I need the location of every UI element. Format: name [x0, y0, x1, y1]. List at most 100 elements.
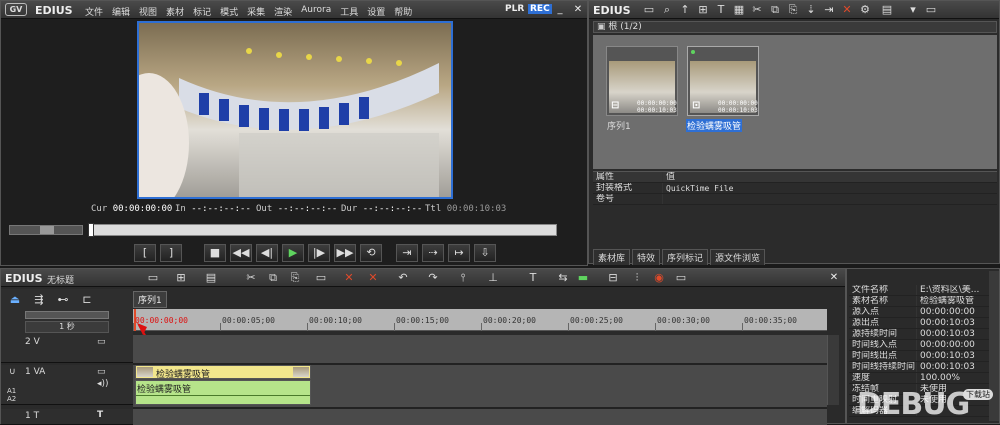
set-out-icon[interactable]: ]: [160, 244, 182, 262]
insert-icon[interactable]: ⇥: [396, 244, 418, 262]
snap-icon[interactable]: ⊏: [79, 293, 95, 307]
bin-tab[interactable]: 序列标记: [662, 249, 709, 265]
stop-icon[interactable]: ■: [204, 244, 226, 262]
paste-icon[interactable]: ⎘: [287, 271, 303, 285]
zoom-slider[interactable]: [25, 311, 109, 319]
marker-icon[interactable]: ⊥: [485, 271, 501, 285]
search-icon[interactable]: ⌕: [659, 3, 675, 17]
prev-frame-icon[interactable]: ◀|: [256, 244, 278, 262]
audio-clip[interactable]: 检验螨雾吸管: [135, 380, 311, 405]
title-track-icon[interactable]: T: [97, 410, 103, 420]
zoom-label[interactable]: 1 秒: [25, 321, 109, 333]
folder-path[interactable]: ▣ 根 (1/2): [593, 21, 997, 33]
menu-icon[interactable]: ▾: [905, 3, 921, 17]
track-header-2v[interactable]: 2 V ▭: [1, 335, 133, 363]
play-icon[interactable]: ▶: [282, 244, 304, 262]
vertical-scrollbar[interactable]: [827, 335, 839, 405]
loop-icon[interactable]: ⟲: [360, 244, 382, 262]
clip-name[interactable]: 序列1: [607, 119, 631, 132]
info-key: 速度: [849, 373, 917, 383]
bin-tab[interactable]: 特效: [632, 249, 661, 265]
position-slider[interactable]: [88, 223, 557, 237]
menu-item[interactable]: 编辑: [112, 5, 130, 18]
send-icon[interactable]: ⇥: [821, 3, 837, 17]
menu-item[interactable]: 帮助: [394, 5, 412, 18]
close-icon[interactable]: ✕: [827, 272, 841, 284]
open-icon[interactable]: ⊞: [173, 271, 189, 285]
cut-icon[interactable]: ✂: [749, 3, 765, 17]
razor-icon[interactable]: ⫯: [455, 271, 471, 285]
menu-item[interactable]: 模式: [220, 5, 238, 18]
folder-icon[interactable]: ▭: [641, 3, 657, 17]
layout-icon[interactable]: ▭: [673, 271, 689, 285]
export-icon[interactable]: ⊟: [605, 271, 621, 285]
playhead-marker[interactable]: [88, 223, 94, 237]
minimize-icon[interactable]: _: [553, 4, 567, 16]
rec-indicator[interactable]: REC: [528, 4, 552, 14]
undo-icon[interactable]: ↶: [395, 271, 411, 285]
shuttle-slider[interactable]: [9, 225, 83, 235]
menu-item[interactable]: 设置: [367, 5, 385, 18]
redo-icon[interactable]: ↷: [425, 271, 441, 285]
properties-icon[interactable]: ⚙: [857, 3, 873, 17]
bin-tab[interactable]: 素材库: [593, 249, 631, 265]
link-icon[interactable]: ⊷: [55, 293, 71, 307]
sync-icon[interactable]: ⏏: [7, 293, 23, 307]
cut-icon[interactable]: ✂: [243, 271, 259, 285]
menu-item[interactable]: 文件: [85, 5, 103, 18]
sequence-tab[interactable]: 序列1: [133, 291, 167, 308]
a1-label: A1: [7, 387, 17, 395]
video-clip[interactable]: 检验螨雾吸管: [135, 365, 311, 380]
layout-icon[interactable]: ▭: [923, 3, 939, 17]
clip-thumbnail[interactable]: ⊟ 00:00:00:00 00:00:10:03: [606, 46, 678, 116]
insert-mode-icon[interactable]: ▭: [313, 271, 329, 285]
track-header-1t[interactable]: 1 T T: [1, 409, 133, 425]
video-track-icon[interactable]: ▭: [97, 367, 106, 377]
track-header-1va[interactable]: ∪ 1 VA ▭ ◂)) A1 A2: [1, 365, 133, 405]
menu-item[interactable]: 工具: [340, 5, 358, 18]
ripple-icon[interactable]: ⇶: [31, 293, 47, 307]
add-to-timeline-icon[interactable]: ⇣: [803, 3, 819, 17]
shuttle-handle[interactable]: [40, 226, 54, 234]
menu-item[interactable]: 素材: [166, 5, 184, 18]
menu-item[interactable]: 视图: [139, 5, 157, 18]
bin-tab[interactable]: 源文件浏览: [710, 249, 766, 265]
audio-track-icon[interactable]: ◂)): [97, 379, 109, 389]
add-clip-icon[interactable]: ⊞: [695, 3, 711, 17]
menu-item[interactable]: 采集: [247, 5, 265, 18]
up-folder-icon[interactable]: ↑: [677, 3, 693, 17]
new-icon[interactable]: ▭: [145, 271, 161, 285]
delete-icon[interactable]: ✕: [839, 3, 855, 17]
ripple-delete-icon[interactable]: ✕: [365, 271, 381, 285]
next-frame-icon[interactable]: |▶: [308, 244, 330, 262]
copy-icon[interactable]: ⧉: [767, 3, 783, 17]
mixer-icon[interactable]: ⫶: [629, 271, 645, 285]
close-icon[interactable]: ✕: [571, 4, 585, 16]
plr-indicator[interactable]: PLR: [505, 4, 524, 14]
fast-forward-icon[interactable]: ▶▶: [334, 244, 356, 262]
view-mode-icon[interactable]: ▤: [879, 3, 895, 17]
rewind-icon[interactable]: ◀◀: [230, 244, 252, 262]
export-icon[interactable]: ⇩: [474, 244, 496, 262]
video-track-icon[interactable]: ▭: [97, 337, 106, 347]
color-bars-icon[interactable]: ▦: [731, 3, 747, 17]
menu-item[interactable]: Aurora: [301, 5, 331, 18]
menu-item[interactable]: 标记: [193, 5, 211, 18]
title-icon[interactable]: T: [525, 271, 541, 285]
paste-icon[interactable]: ⎘: [785, 3, 801, 17]
menu-item[interactable]: 渲染: [274, 5, 292, 18]
track-name: 1 VA: [25, 367, 46, 377]
clip-thumbnail-selected[interactable]: ⊡ 00:00:00:00 00:00:10:03: [687, 46, 759, 116]
save-icon[interactable]: ▤: [203, 271, 219, 285]
overwrite-icon[interactable]: ⇢: [422, 244, 444, 262]
replace-icon[interactable]: ↦: [448, 244, 470, 262]
clip-name-selected[interactable]: 检验螨雾吸管: [686, 119, 743, 132]
set-in-icon[interactable]: [: [134, 244, 156, 262]
record-icon[interactable]: ◉: [651, 271, 667, 285]
copy-icon[interactable]: ⧉: [265, 271, 281, 285]
lock-icon[interactable]: ∪: [9, 367, 16, 377]
render-icon[interactable]: ▬: [575, 271, 591, 285]
transition-icon[interactable]: ⇆: [555, 271, 571, 285]
delete-icon[interactable]: ✕: [341, 271, 357, 285]
title-icon[interactable]: T: [713, 3, 729, 17]
